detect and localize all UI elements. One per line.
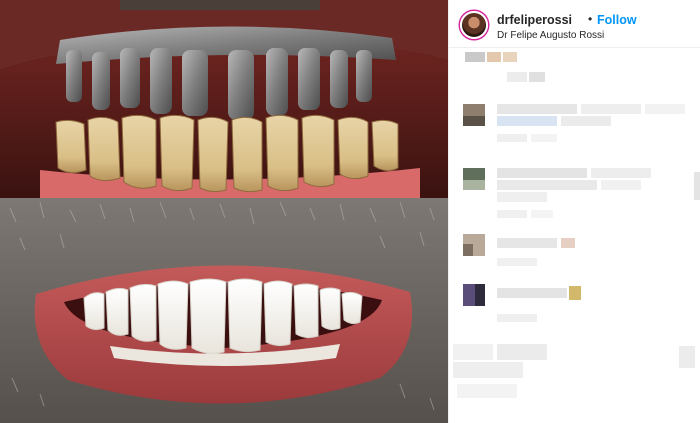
censored-comment-4 bbox=[463, 284, 691, 328]
scroll-handle[interactable] bbox=[694, 172, 700, 200]
censored-comment-5 bbox=[453, 344, 697, 414]
author-full-name: Dr Felipe Augusto Rossi bbox=[497, 30, 605, 41]
censored-caption-meta bbox=[507, 72, 547, 84]
avatar[interactable] bbox=[460, 11, 488, 39]
finished-smile-photo bbox=[0, 198, 448, 423]
follow-button[interactable]: Follow bbox=[597, 13, 637, 27]
post-header: drfeliperossi • Follow Dr Felipe Augusto… bbox=[449, 0, 700, 48]
censored-comment-3 bbox=[463, 234, 691, 276]
metal-framework-teeth-photo bbox=[0, 0, 448, 198]
username-link[interactable]: drfeliperossi bbox=[497, 13, 572, 27]
censored-comment-1 bbox=[463, 104, 691, 156]
separator-dot: • bbox=[588, 12, 593, 26]
post-sidebar: drfeliperossi • Follow Dr Felipe Augusto… bbox=[448, 0, 700, 423]
censored-caption bbox=[465, 52, 525, 64]
censored-comment-2 bbox=[463, 168, 691, 224]
post-photo[interactable] bbox=[0, 0, 448, 423]
